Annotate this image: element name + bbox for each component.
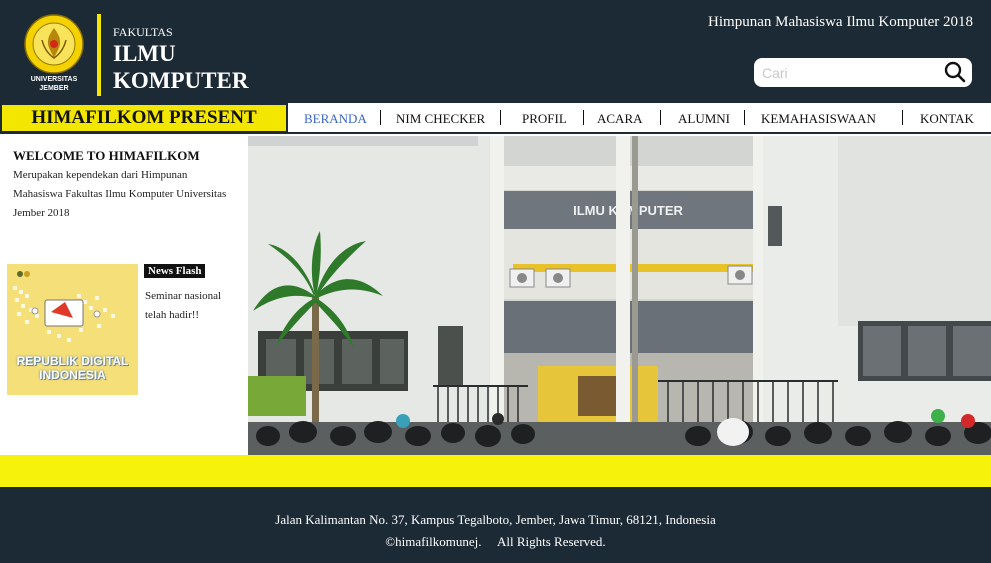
news-flash-text[interactable]: Seminar nasional telah hadir!! — [145, 287, 240, 325]
faculty-name: ILMU KOMPUTER — [113, 40, 248, 94]
thumbnail-caption-line1: REPUBLIK DIGITAL — [16, 354, 129, 368]
welcome-title: WELCOME TO HIMAFILKOM — [13, 148, 200, 163]
nav-separator — [902, 110, 903, 125]
site-footer: Jalan Kalimantan No. 37, Kampus Tegalbot… — [0, 487, 991, 563]
present-banner: HIMAFILKOM PRESENT — [0, 103, 288, 133]
header-divider — [97, 14, 101, 96]
nav-item-alumni[interactable]: ALUMNI — [678, 111, 730, 127]
thumbnail-caption-line2: INDONESIA — [39, 368, 106, 382]
logo-caption: UNIVERSITAS JEMBER — [22, 75, 86, 93]
nav-separator — [660, 110, 661, 125]
nav-item-profil[interactable]: PROFIL — [522, 111, 567, 127]
faculty-label: FAKULTAS — [113, 25, 173, 39]
nav-separator — [583, 110, 584, 125]
logo-caption-line1: UNIVERSITAS — [30, 76, 78, 83]
logo-caption-line2: JEMBER — [39, 85, 69, 92]
hero-image: ILMU KOMPUTER — [248, 136, 991, 455]
nav-item-nim-checker[interactable]: NIM CHECKER — [396, 111, 485, 127]
welcome-text: Merupakan kependekan dari Himpunan Mahas… — [13, 169, 227, 219]
nav-separator — [500, 110, 501, 125]
main-navbar: HIMAFILKOM PRESENT BERANDA NIM CHECKER P… — [0, 103, 991, 134]
nav-item-kontak[interactable]: KONTAK — [920, 111, 974, 127]
search-box — [754, 58, 972, 87]
footer-copyright: ©himafilkomunej. All Rights Reserved. — [385, 534, 606, 549]
nav-separator — [744, 110, 745, 125]
search-input[interactable] — [762, 62, 942, 83]
faculty-name-line1: ILMU — [113, 41, 176, 66]
yellow-band — [0, 455, 991, 487]
footer-address: Jalan Kalimantan No. 37, Kampus Tegalbot… — [275, 512, 716, 527]
faculty-building-photo: ILMU KOMPUTER — [248, 136, 991, 455]
news-thumbnail[interactable]: REPUBLIK DIGITAL INDONESIA — [7, 264, 138, 395]
thumbnail-caption: REPUBLIK DIGITAL INDONESIA — [7, 354, 138, 382]
faculty-name-line2: KOMPUTER — [113, 68, 249, 93]
site-header: UNIVERSITAS JEMBER FAKULTAS ILMU KOMPUTE… — [0, 0, 991, 103]
nav-item-beranda[interactable]: BERANDA — [304, 111, 367, 127]
search-icon[interactable] — [944, 61, 966, 83]
nav-separator — [380, 110, 381, 125]
nav-item-acara[interactable]: ACARA — [597, 111, 643, 127]
news-flash-badge: News Flash — [144, 264, 206, 278]
org-title: Himpunan Mahasiswa Ilmu Komputer 2018 — [708, 14, 973, 30]
nav-item-kemahasiswaan[interactable]: KEMAHASISWAAN — [761, 111, 876, 127]
